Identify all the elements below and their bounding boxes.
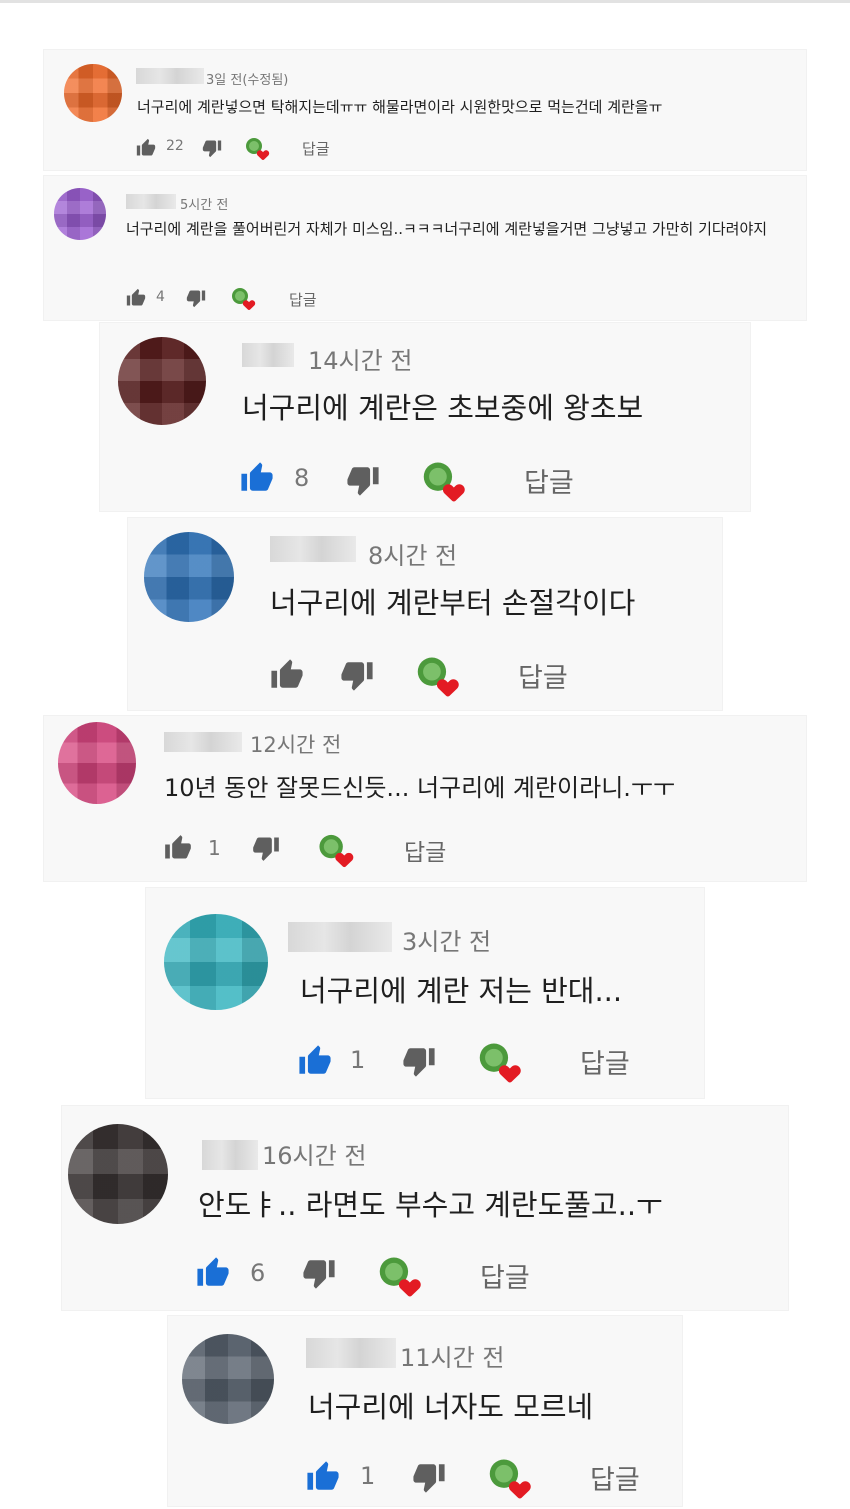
creator-heart-icon: [319, 834, 354, 868]
thumbs-down-icon[interactable]: [302, 1256, 336, 1290]
like-count: 1: [350, 1046, 366, 1074]
like-count: 6: [250, 1259, 266, 1287]
comment-text: 너구리에 계란넣으면 탁해지는데ㅠㅠ 해물라면이라 시원한맛으로 먹는건데 계란…: [137, 98, 663, 116]
comment-timestamp[interactable]: 12시간 전: [250, 729, 341, 759]
reply-button[interactable]: 답글: [302, 138, 330, 159]
thumbs-up-icon[interactable]: [306, 1460, 340, 1494]
author-name[interactable]: [202, 1140, 258, 1170]
avatar[interactable]: [54, 188, 106, 240]
creator-heart-icon: [417, 657, 459, 697]
reply-button[interactable]: 답글: [580, 1042, 630, 1081]
thumbs-down-icon[interactable]: [186, 288, 206, 308]
thumbs-up-icon[interactable]: [196, 1256, 230, 1290]
comment-timestamp[interactable]: 14시간 전: [308, 341, 412, 376]
like-count: 22: [166, 138, 184, 154]
reply-button[interactable]: 답글: [518, 656, 568, 695]
thumbs-up-icon[interactable]: [136, 138, 156, 158]
avatar[interactable]: [58, 722, 136, 804]
thumbs-up-icon[interactable]: [164, 834, 192, 862]
comment-timestamp[interactable]: 11시간 전: [400, 1338, 504, 1373]
comment-timestamp[interactable]: 8시간 전: [368, 536, 457, 571]
thumbs-down-icon[interactable]: [402, 1044, 436, 1078]
thumbs-up-icon[interactable]: [270, 658, 304, 692]
creator-heart-icon: [479, 1043, 521, 1083]
author-name[interactable]: [164, 732, 242, 752]
like-count: 8: [294, 464, 310, 492]
top-divider: [0, 0, 850, 3]
author-name[interactable]: [242, 343, 294, 367]
thumbs-up-icon[interactable]: [240, 461, 274, 495]
creator-heart-icon: [379, 1257, 421, 1297]
thumbs-down-icon[interactable]: [412, 1460, 446, 1494]
creator-heart-icon: [489, 1459, 531, 1499]
avatar[interactable]: [144, 532, 234, 622]
comment-card: 3일 전(수정됨) 너구리에 계란넣으면 탁해지는데ㅠㅠ 해물라면이라 시원한맛…: [44, 50, 806, 170]
comment-card: 16시간 전 안도ㅑ.. 라면도 부수고 계란도풀고..ㅜ 6 답글: [62, 1106, 788, 1310]
comment-text: 너구리에 계란부터 손절각이다: [270, 586, 636, 620]
comment-text: 10년 동안 잘못드신듯... 너구리에 계란이라니.ㅜㅜ: [164, 774, 676, 802]
reply-button[interactable]: 답글: [590, 1458, 640, 1497]
thumbs-up-icon[interactable]: [298, 1044, 332, 1078]
author-name[interactable]: [126, 194, 176, 209]
comment-text: 안도ㅑ.. 라면도 부수고 계란도풀고..ㅜ: [198, 1188, 663, 1222]
avatar[interactable]: [118, 337, 206, 425]
avatar[interactable]: [182, 1334, 274, 1424]
avatar[interactable]: [164, 914, 268, 1010]
thumbs-down-icon[interactable]: [340, 658, 374, 692]
comment-card: 3시간 전 너구리에 계란 저는 반대... 1 답글: [146, 888, 704, 1098]
comment-card: 11시간 전 너구리에 너자도 모르네 1 답글: [168, 1316, 682, 1506]
avatar[interactable]: [64, 64, 122, 122]
author-name[interactable]: [136, 68, 204, 84]
thumbs-down-icon[interactable]: [252, 834, 280, 862]
comment-timestamp[interactable]: 16시간 전: [262, 1136, 366, 1171]
thumbs-down-icon[interactable]: [202, 138, 222, 158]
author-name[interactable]: [270, 536, 356, 562]
creator-heart-icon: [232, 288, 256, 310]
comment-timestamp[interactable]: 3일 전(수정됨): [206, 69, 288, 88]
comment-card: 14시간 전 너구리에 계란은 초보중에 왕초보 8 답글: [100, 323, 750, 511]
avatar[interactable]: [68, 1124, 168, 1224]
comment-card: 12시간 전 10년 동안 잘못드신듯... 너구리에 계란이라니.ㅜㅜ 1 답…: [44, 716, 806, 881]
comment-text: 너구리에 너자도 모르네: [308, 1390, 594, 1424]
comment-card: 5시간 전 너구리에 계란을 풀어버린거 자체가 미스임..ㅋㅋㅋ너구리에 계란…: [44, 176, 806, 320]
like-count: 1: [360, 1462, 376, 1490]
thumbs-up-icon[interactable]: [126, 288, 146, 308]
reply-button[interactable]: 답글: [524, 461, 574, 500]
comment-timestamp[interactable]: 5시간 전: [180, 194, 228, 213]
reply-button[interactable]: 답글: [404, 833, 446, 867]
author-name[interactable]: [288, 922, 392, 952]
comment-text: 너구리에 계란 저는 반대...: [300, 974, 623, 1008]
comment-text: 너구리에 계란은 초보중에 왕초보: [242, 391, 644, 425]
comment-text: 너구리에 계란을 풀어버린거 자체가 미스임..ㅋㅋㅋ너구리에 계란넣을거면 그…: [126, 220, 768, 238]
creator-heart-icon: [246, 138, 270, 160]
creator-heart-icon: [423, 462, 465, 502]
comment-card: 8시간 전 너구리에 계란부터 손절각이다 답글: [128, 518, 722, 710]
reply-button[interactable]: 답글: [289, 289, 317, 310]
comment-timestamp[interactable]: 3시간 전: [402, 922, 491, 957]
like-count: 4: [156, 289, 165, 305]
author-name[interactable]: [306, 1338, 396, 1368]
reply-button[interactable]: 답글: [480, 1256, 530, 1295]
thumbs-down-icon[interactable]: [346, 463, 380, 497]
like-count: 1: [208, 836, 221, 860]
